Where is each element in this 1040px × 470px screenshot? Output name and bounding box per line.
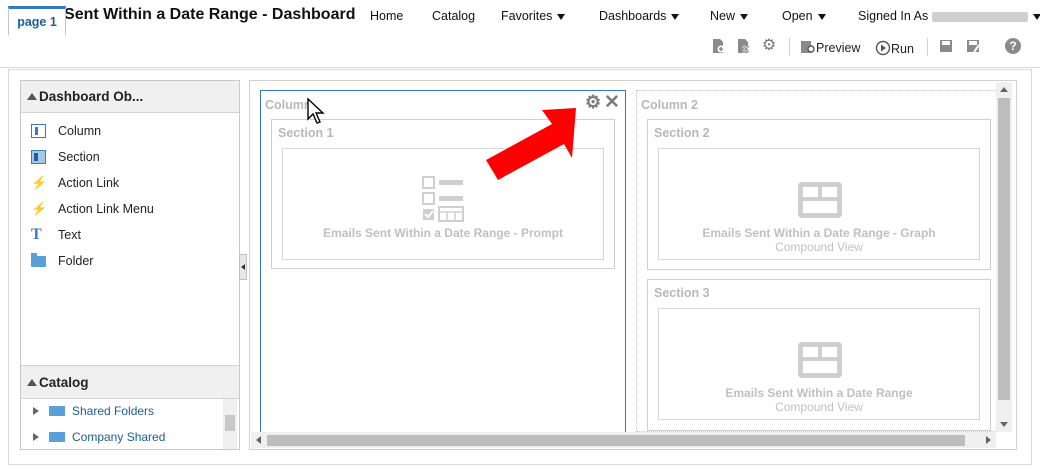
collapse-triangle-icon xyxy=(27,93,37,100)
section-2[interactable]: Section 2 Emails Sent Within a Date Rang… xyxy=(647,119,991,270)
help-icon[interactable]: ? xyxy=(1005,38,1021,54)
column-2[interactable]: Column 2 Section 2 Emails Sent Within a … xyxy=(636,90,998,432)
section-title: Section 3 xyxy=(654,286,710,300)
nav-dashboards-label: Dashboards xyxy=(599,9,667,23)
nav-new[interactable]: New xyxy=(710,9,749,23)
canvas-horizontal-scrollbar[interactable] xyxy=(251,432,996,448)
settings-gear-icon[interactable]: ⚙ xyxy=(761,38,777,54)
signed-in-label: Signed In As xyxy=(858,9,929,23)
save-as-icon[interactable] xyxy=(965,38,981,54)
text-icon: T xyxy=(31,226,42,243)
nav-new-label: New xyxy=(710,9,736,23)
action-link-icon: ⚡ xyxy=(31,175,48,190)
nav-dashboards[interactable]: Dashboards xyxy=(599,9,680,23)
scroll-right-arrow-icon[interactable] xyxy=(986,436,991,444)
new-page-icon[interactable] xyxy=(710,38,726,54)
object-item-label: Column xyxy=(58,124,102,138)
preview-button[interactable]: Preview xyxy=(800,40,860,55)
toolbar-divider xyxy=(927,38,928,56)
toolbar-divider xyxy=(789,38,790,56)
view-subtitle: Compound View xyxy=(775,400,863,414)
section-3[interactable]: Section 3 Emails Sent Within a Date Rang… xyxy=(647,279,991,431)
chevron-down-icon xyxy=(740,13,749,20)
compound-view-icon xyxy=(798,182,842,218)
dashboard-objects-title: Dashboard Ob... xyxy=(39,89,144,104)
folder-icon xyxy=(49,432,65,442)
nav-home[interactable]: Home xyxy=(370,9,403,23)
expand-triangle-icon[interactable] xyxy=(33,433,39,441)
chevron-down-icon xyxy=(1033,13,1040,20)
nav-favorites[interactable]: Favorites xyxy=(501,9,566,23)
canvas-vertical-scrollbar[interactable] xyxy=(996,82,1012,432)
chevron-down-icon xyxy=(557,13,566,20)
view-title: Emails Sent Within a Date Range xyxy=(725,386,913,400)
scroll-up-arrow-icon[interactable] xyxy=(1000,87,1008,92)
nav-catalog[interactable]: Catalog xyxy=(432,9,475,23)
nav-favorites-label: Favorites xyxy=(501,9,553,23)
object-item-label: Folder xyxy=(58,254,94,268)
nav-open[interactable]: Open xyxy=(782,9,826,23)
dashboard-objects-panel: Dashboard Ob... Column Section ⚡ Action L… xyxy=(20,80,240,450)
scrollbar-thumb[interactable] xyxy=(225,415,235,431)
column-close-icon[interactable]: ✕ xyxy=(604,91,620,114)
view-title: Emails Sent Within a Date Range - Graph xyxy=(702,226,936,240)
section-icon xyxy=(31,150,46,164)
expand-triangle-icon[interactable] xyxy=(33,407,39,415)
prompt-icon xyxy=(422,176,464,222)
nav-open-label: Open xyxy=(782,9,813,23)
panel-collapse-handle[interactable] xyxy=(239,254,247,280)
folder-icon xyxy=(31,253,46,267)
action-link-menu-icon: ⚡ xyxy=(31,201,48,216)
scrollbar-thumb[interactable] xyxy=(998,98,1010,400)
catalog-scrollbar[interactable] xyxy=(223,399,237,449)
compound-view-icon xyxy=(798,342,842,378)
catalog-item-label: Company Shared xyxy=(72,430,166,444)
column-title: Column 2 xyxy=(641,98,698,112)
run-label: Run xyxy=(891,42,914,56)
object-item-label: Text xyxy=(58,228,81,242)
mouse-cursor-icon xyxy=(307,97,325,124)
save-icon[interactable] xyxy=(938,38,954,54)
graph-view[interactable]: Emails Sent Within a Date Range - Graph … xyxy=(658,148,980,260)
scroll-down-arrow-icon[interactable] xyxy=(1000,422,1008,427)
compound-view[interactable]: Emails Sent Within a Date Range Compound… xyxy=(658,308,980,420)
delete-page-icon[interactable] xyxy=(735,38,751,54)
dashboard-objects-header[interactable]: Dashboard Ob... xyxy=(21,81,239,113)
catalog-title: Catalog xyxy=(39,375,89,390)
catalog-header[interactable]: Catalog xyxy=(21,365,239,399)
preview-label: Preview xyxy=(816,41,861,55)
red-arrow-annotation-icon xyxy=(486,108,576,180)
object-item-label: Action Link Menu xyxy=(58,202,154,216)
catalog-item-label: Shared Folders xyxy=(72,404,155,418)
preview-icon xyxy=(801,41,815,53)
nav-signed-in[interactable]: Signed In As xyxy=(858,9,1040,23)
section-title: Section 1 xyxy=(278,126,334,140)
top-bar: Emails Sent Within a Date Range - Dashbo… xyxy=(0,0,1040,32)
section-title: Section 2 xyxy=(654,126,710,140)
run-button[interactable]: Run xyxy=(875,40,914,56)
view-subtitle: Compound View xyxy=(775,240,863,254)
column-icon xyxy=(31,124,46,138)
run-icon xyxy=(875,40,891,56)
scrollbar-thumb[interactable] xyxy=(267,435,965,446)
view-title: Emails Sent Within a Date Range - Prompt xyxy=(323,226,563,240)
folder-icon xyxy=(49,406,65,416)
object-item-label: Section xyxy=(58,150,100,164)
object-item-label: Action Link xyxy=(58,176,120,190)
tab-page-1[interactable]: page 1 xyxy=(8,6,66,36)
chevron-down-icon xyxy=(817,13,826,20)
column-title: Column xyxy=(265,98,312,112)
scroll-left-arrow-icon[interactable] xyxy=(256,436,261,444)
chevron-down-icon xyxy=(671,13,680,20)
collapse-triangle-icon xyxy=(27,379,37,386)
username-redacted xyxy=(932,11,1029,22)
